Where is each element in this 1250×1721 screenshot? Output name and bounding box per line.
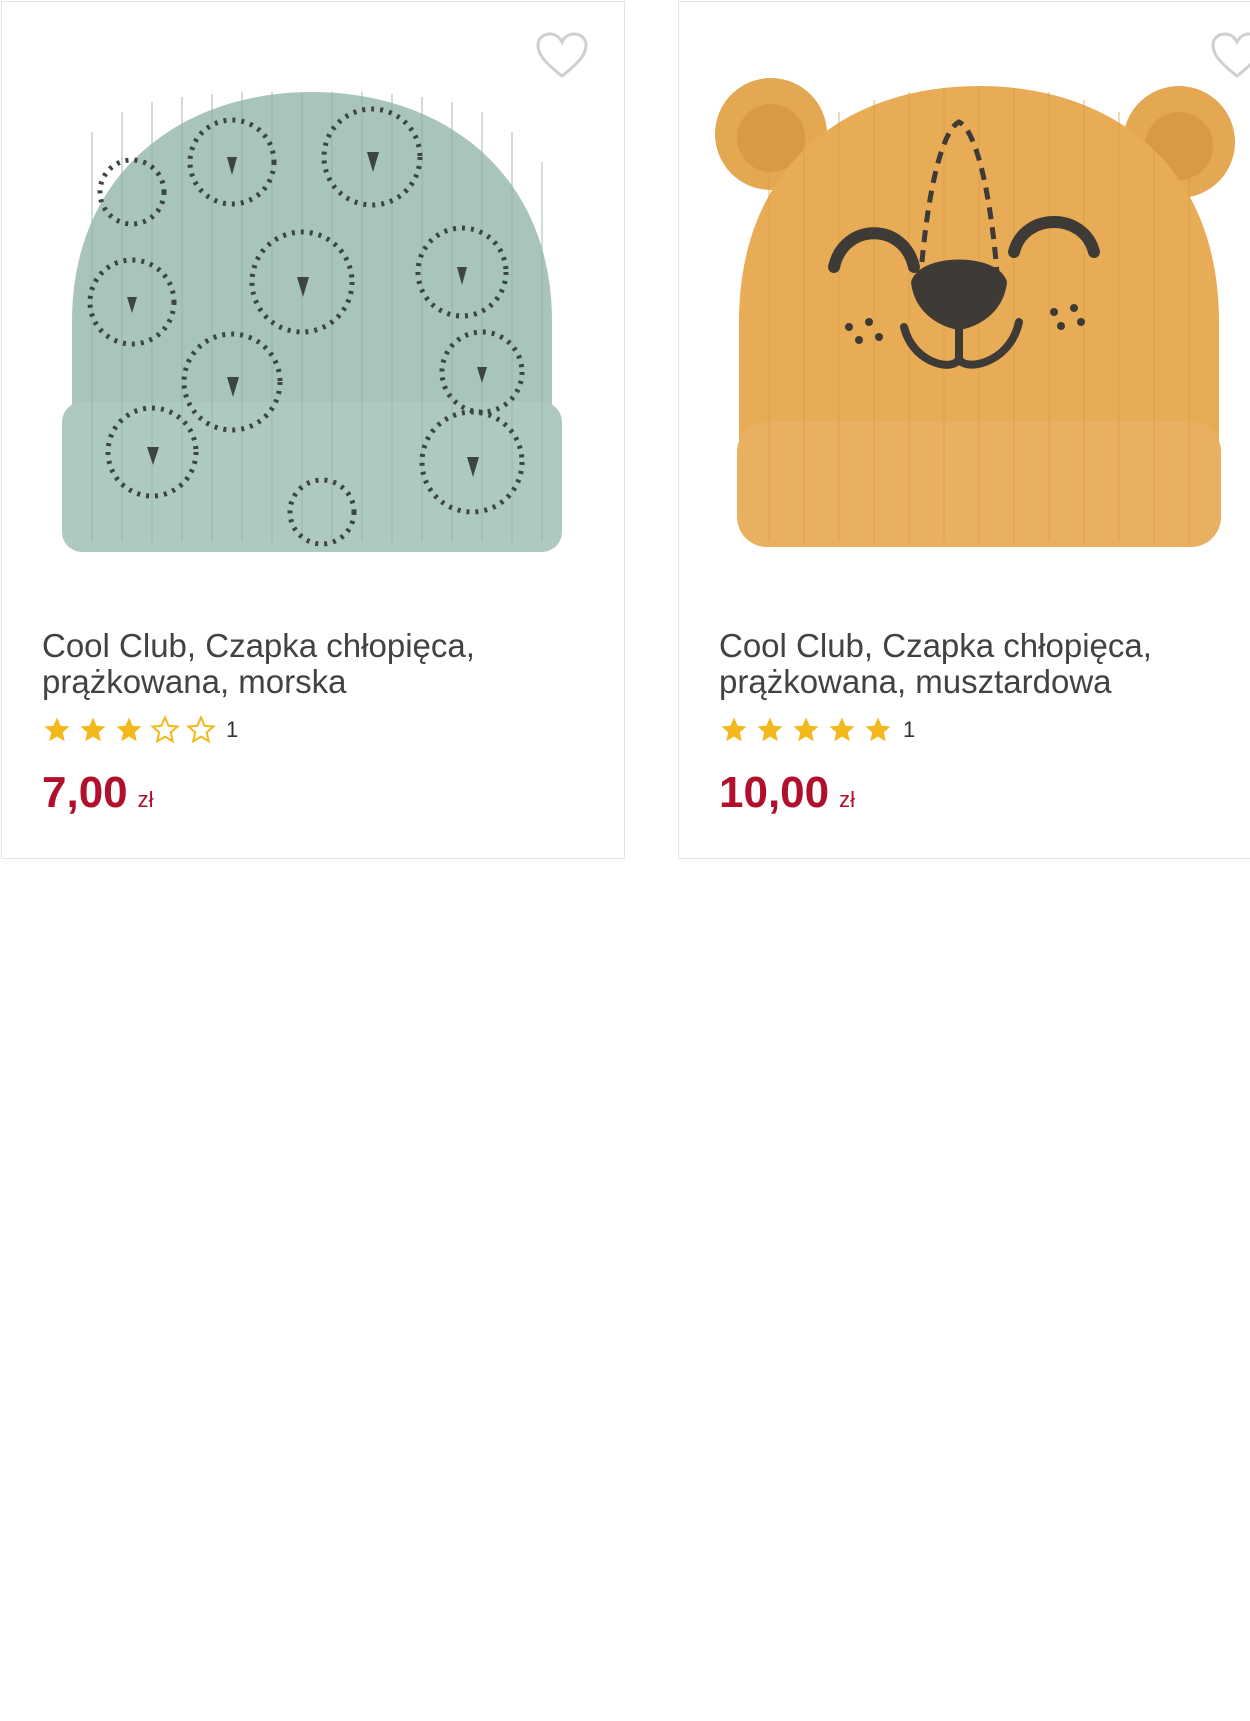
product-price: 7,00 zł (42, 768, 154, 825)
product-image[interactable] (709, 72, 1239, 552)
star-filled-icon (116, 717, 142, 742)
star-filled-icon (865, 717, 891, 742)
price-value: 10,00 (719, 768, 830, 817)
star-outline-icon (150, 715, 180, 744)
product-card[interactable]: Cool Club, Czapka chłopięca, prążkowana,… (678, 1, 1250, 859)
price-currency: zł (137, 787, 154, 812)
product-rating: 1 (719, 714, 915, 746)
review-count: 1 (903, 717, 916, 742)
product-title[interactable]: Cool Club, Czapka chłopięca, prążkowana,… (719, 628, 1250, 700)
product-card[interactable]: Cool Club, Czapka chłopięca, prążkowana,… (1, 1, 625, 859)
price-currency: zł (839, 787, 855, 812)
price-value: 7,00 (42, 768, 128, 817)
star-filled-icon (44, 717, 70, 742)
product-rating: 1 (42, 714, 238, 746)
star-filled-icon (793, 717, 819, 742)
star-filled-icon (721, 717, 747, 742)
star-outline-icon (186, 715, 216, 744)
star-filled-icon (829, 717, 855, 742)
star-filled-icon (757, 717, 783, 742)
review-count: 1 (226, 717, 239, 742)
star-filled-icon (80, 717, 106, 742)
product-title[interactable]: Cool Club, Czapka chłopięca, prążkowana,… (42, 628, 602, 700)
product-price: 10,00 zł (719, 768, 855, 825)
product-image[interactable] (52, 72, 572, 552)
